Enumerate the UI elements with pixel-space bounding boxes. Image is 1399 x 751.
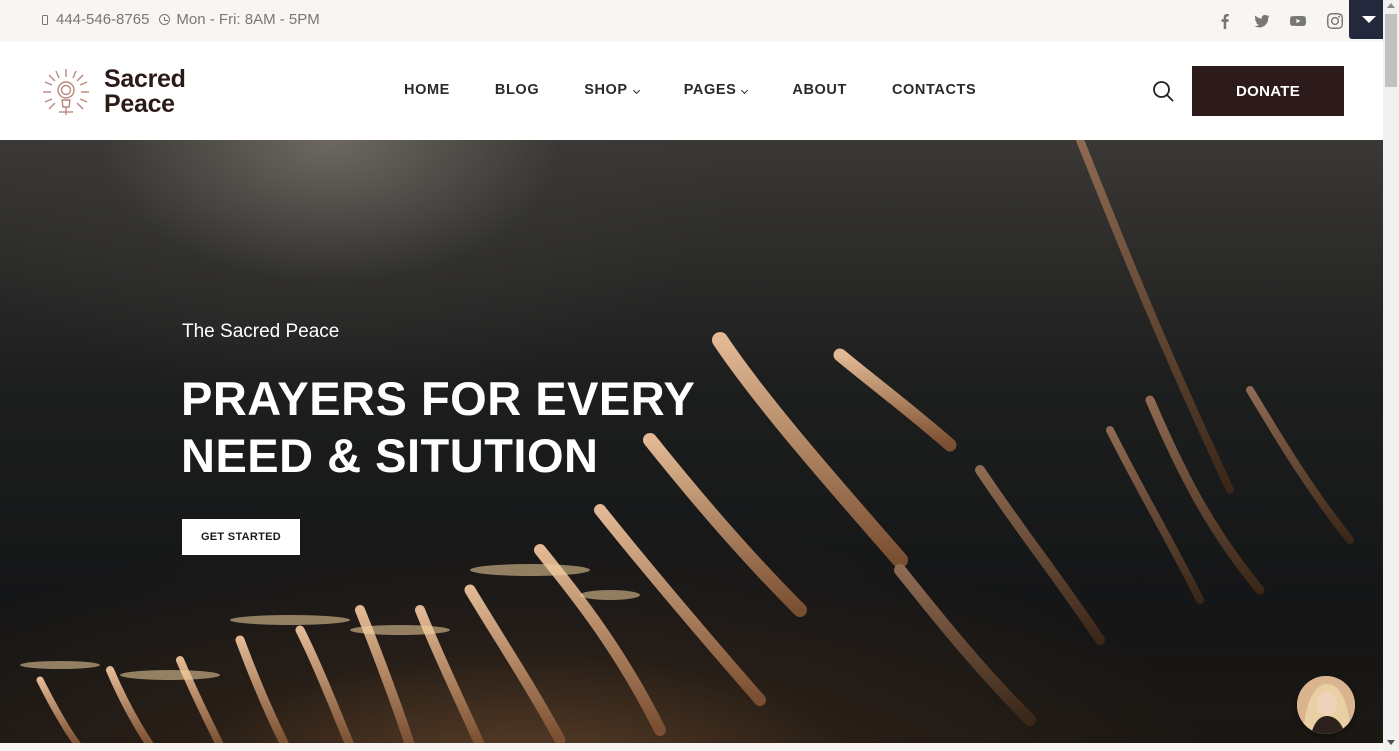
nav-item-pages[interactable]: PAGES — [683, 82, 749, 98]
monstrance-logo-icon — [40, 66, 92, 118]
nav-label: BLOG — [494, 82, 540, 98]
chevron-down-icon — [741, 86, 749, 94]
social-links — [1207, 11, 1353, 31]
twitter-icon[interactable] — [1244, 11, 1281, 31]
phone-icon — [42, 14, 48, 25]
search-icon[interactable] — [1152, 80, 1174, 102]
nav-item-shop[interactable]: SHOP — [584, 82, 640, 98]
support-agent-photo — [1297, 676, 1355, 734]
chevron-down-icon — [632, 86, 640, 94]
page-scrollbar[interactable] — [1383, 0, 1399, 751]
hero-title-line-1: PRAYERS FOR EVERY — [181, 372, 696, 425]
nav-label: ABOUT — [792, 82, 847, 98]
nav-label: HOME — [404, 82, 450, 98]
nav-label: CONTACTS — [891, 82, 977, 98]
clock-icon — [159, 14, 171, 25]
top-bar: 444-546-8765 Mon - Fri: 8AM - 5PM — [0, 0, 1389, 42]
hero-eyebrow: The Sacred Peace — [182, 321, 340, 342]
hero-banner: The Sacred Peace PRAYERS FOR EVERY NEED … — [0, 140, 1383, 743]
nav-label: SHOP — [584, 82, 628, 98]
nav-label: PAGES — [683, 82, 737, 98]
get-started-button[interactable]: GET STARTED — [182, 519, 300, 555]
nav-item-home[interactable]: HOME — [404, 82, 450, 98]
logo-line-2: Peace — [104, 90, 175, 118]
site-logo[interactable]: Sacred Peace — [40, 66, 186, 118]
nav-item-blog[interactable]: BLOG — [495, 82, 539, 98]
hero-title-line-2: NEED & SITUTION — [181, 429, 599, 482]
site-header: Sacred Peace HOME BLOG SHOP PAGES ABOUT … — [0, 42, 1383, 140]
scroll-down-arrow-icon[interactable] — [1387, 740, 1395, 745]
facebook-icon[interactable] — [1207, 11, 1244, 31]
nav-item-contacts[interactable]: CONTACTS — [892, 82, 976, 98]
contact-info: 444-546-8765 Mon - Fri: 8AM - 5PM — [42, 11, 320, 28]
youtube-icon[interactable] — [1280, 11, 1317, 31]
scroll-up-arrow-icon[interactable] — [1387, 3, 1395, 8]
logo-line-1: Sacred — [104, 65, 186, 93]
phone-number[interactable]: 444-546-8765 — [56, 11, 149, 28]
chat-avatar[interactable] — [1297, 676, 1355, 734]
caret-down-icon — [1362, 16, 1376, 23]
nav-item-about[interactable]: ABOUT — [792, 82, 847, 98]
instagram-icon[interactable] — [1317, 11, 1354, 31]
business-hours: Mon - Fri: 8AM - 5PM — [176, 11, 320, 28]
scrollbar-thumb[interactable] — [1385, 14, 1397, 87]
page-bottom-strip — [0, 743, 1383, 751]
main-nav: HOME BLOG SHOP PAGES ABOUT CONTACTS — [404, 82, 976, 98]
donate-button[interactable]: DONATE — [1192, 66, 1344, 116]
logo-wordmark: Sacred Peace — [104, 67, 186, 117]
hero-title: PRAYERS FOR EVERY NEED & SITUTION — [181, 370, 821, 484]
